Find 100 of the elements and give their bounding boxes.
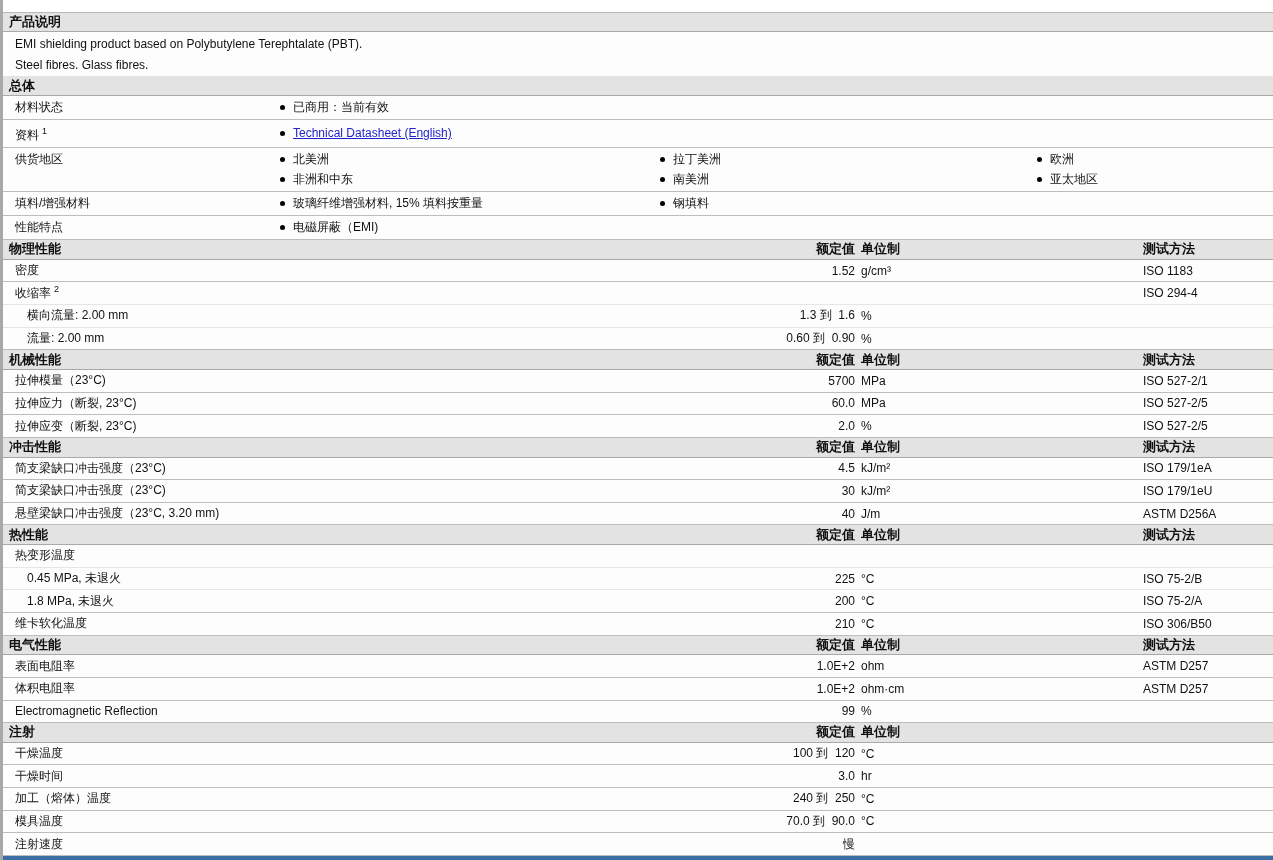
unit-text: % — [861, 704, 873, 719]
section-title: 热性能 — [9, 525, 49, 544]
test-method: ASTM D257 — [1143, 659, 1210, 674]
property-label: 填料/增强材料 — [14, 195, 92, 213]
property-value: 欧洲 — [1050, 151, 1074, 169]
column-header: 测试方法 — [1143, 525, 1196, 544]
description-text: EMI shielding product based on Polybutylene Terephtalate (PBT). — [15, 36, 364, 54]
bullet-icon — [1037, 157, 1042, 163]
property-label: 干燥时间 — [14, 767, 64, 785]
bullet-icon — [280, 157, 285, 163]
column-header: 测试方法 — [1143, 240, 1196, 259]
property-label: 拉伸应变（断裂, 23°C) — [14, 417, 138, 435]
property-label: 收缩率 $^{2}$ — [14, 284, 60, 303]
property-value: 0.60 到 0.90 — [785, 330, 856, 347]
property-label: 0.45 MPa, 未退火 — [26, 570, 123, 587]
column-header: 额定值 — [815, 525, 856, 544]
property-value: 北美洲 — [293, 151, 329, 169]
unit-text: g/cm³ — [861, 263, 892, 278]
bullet-icon — [660, 177, 665, 183]
test-method: ISO 306/B50 — [1143, 616, 1213, 631]
section-title: 产品说明 — [9, 13, 61, 32]
property-label: 1.8 MPa, 未退火 — [26, 592, 116, 610]
column-header: 测试方法 — [1143, 438, 1196, 457]
property-value: 拉丁美洲 — [673, 151, 721, 169]
unit-text: °C — [861, 814, 876, 829]
property-value: 1.3 到 1.6 — [798, 307, 856, 325]
unit-text: °C — [861, 746, 876, 761]
unit-text: MPa — [861, 373, 887, 388]
unit-text: % — [861, 419, 873, 434]
property-value: 5700 — [827, 373, 856, 388]
column-header: 测试方法 — [1143, 635, 1196, 654]
property-value: 40 — [840, 506, 856, 521]
bullet-icon — [280, 225, 285, 231]
property-label: 悬壁梁缺口冲击强度（23°C, 3.20 mm) — [14, 505, 221, 523]
property-value: 电磁屏蔽（EMI) — [293, 219, 379, 237]
property-value: 210 — [833, 616, 856, 631]
property-label: 热变形温度 — [14, 547, 76, 565]
property-value: 钢填料 — [673, 195, 709, 213]
unit-text: °C — [861, 791, 876, 806]
test-method: ASTM D256A — [1143, 506, 1218, 521]
test-method: ISO 527-2/5 — [1143, 396, 1209, 411]
property-value: 99 — [840, 704, 856, 719]
property-value: 南美洲 — [673, 171, 709, 189]
column-header: 单位制 — [861, 723, 901, 742]
property-label: 流量: 2.00 mm — [26, 330, 106, 347]
test-method: ISO 527-2/1 — [1143, 373, 1209, 388]
bullet-icon — [660, 201, 665, 207]
property-value: 亚太地区 — [1050, 171, 1098, 189]
datasheet-link[interactable]: Technical Datasheet (English) — [293, 125, 452, 143]
unit-text: % — [861, 331, 873, 346]
unit-text: °C — [861, 616, 876, 631]
property-label: 表面电阻率 — [14, 657, 76, 675]
property-label: Electromagnetic Reflection — [14, 704, 159, 719]
property-value: 4.5 — [837, 461, 856, 476]
property-value: 240 到 250 — [791, 790, 856, 808]
column-header: 额定值 — [815, 240, 856, 259]
property-value: 2.0 — [837, 419, 856, 434]
bullet-icon — [660, 157, 665, 163]
property-value: 玻璃纤维增强材料, 15% 填料按重量 — [293, 195, 484, 213]
column-header: 额定值 — [815, 350, 856, 369]
property-value: 非洲和中东 — [293, 171, 353, 189]
bullet-icon — [280, 177, 285, 183]
property-label: 模具温度 — [14, 813, 64, 830]
unit-text: °C — [861, 594, 876, 609]
unit-text: MPa — [861, 396, 887, 411]
test-method: ISO 1183 — [1143, 263, 1194, 278]
test-method: ISO 75-2/A — [1143, 594, 1204, 609]
property-label: 注射速度 — [14, 835, 64, 853]
unit-text: hr — [861, 769, 873, 784]
property-label: 体积电阻率 — [14, 680, 76, 698]
column-header: 测试方法 — [1143, 350, 1196, 369]
property-label: 简支梁缺口冲击强度（23°C) — [14, 482, 167, 500]
column-header: 单位制 — [861, 350, 901, 369]
column-header: 额定值 — [815, 723, 856, 742]
property-value: 70.0 到 90.0 — [785, 813, 856, 830]
section-title: 机械性能 — [9, 350, 62, 369]
bullet-icon — [280, 105, 285, 111]
bullet-icon — [280, 201, 285, 207]
property-label: 干燥温度 — [14, 745, 64, 763]
column-header: 单位制 — [861, 525, 901, 544]
property-value: 已商用：当前有效 — [293, 99, 389, 117]
test-method: ISO 75-2/B — [1143, 571, 1204, 586]
property-label: 简支梁缺口冲击强度（23°C) — [14, 459, 167, 477]
property-label: 材料状态 — [14, 99, 64, 117]
property-label: 资料 $^{1}$ — [14, 125, 48, 145]
unit-text: J/m — [861, 506, 882, 521]
property-value: 60.0 — [830, 396, 856, 411]
property-value: 1.52 — [830, 263, 856, 278]
property-value: 3.0 — [837, 769, 856, 784]
test-method: ISO 294-4 — [1143, 286, 1199, 301]
property-label: 密度 — [14, 262, 40, 280]
unit-text: kJ/m² — [861, 461, 892, 476]
column-header: 单位制 — [861, 635, 901, 654]
test-method: ISO 179/1eU — [1143, 483, 1214, 498]
property-label: 横向流量: 2.00 mm — [26, 307, 130, 325]
unit-text: °C — [861, 571, 876, 586]
property-label: 性能特点 — [14, 219, 64, 237]
test-method: ISO 179/1eA — [1143, 461, 1213, 476]
property-label: 拉伸应力（断裂, 23°C) — [14, 394, 138, 412]
property-label: 维卡软化温度 — [14, 615, 88, 633]
